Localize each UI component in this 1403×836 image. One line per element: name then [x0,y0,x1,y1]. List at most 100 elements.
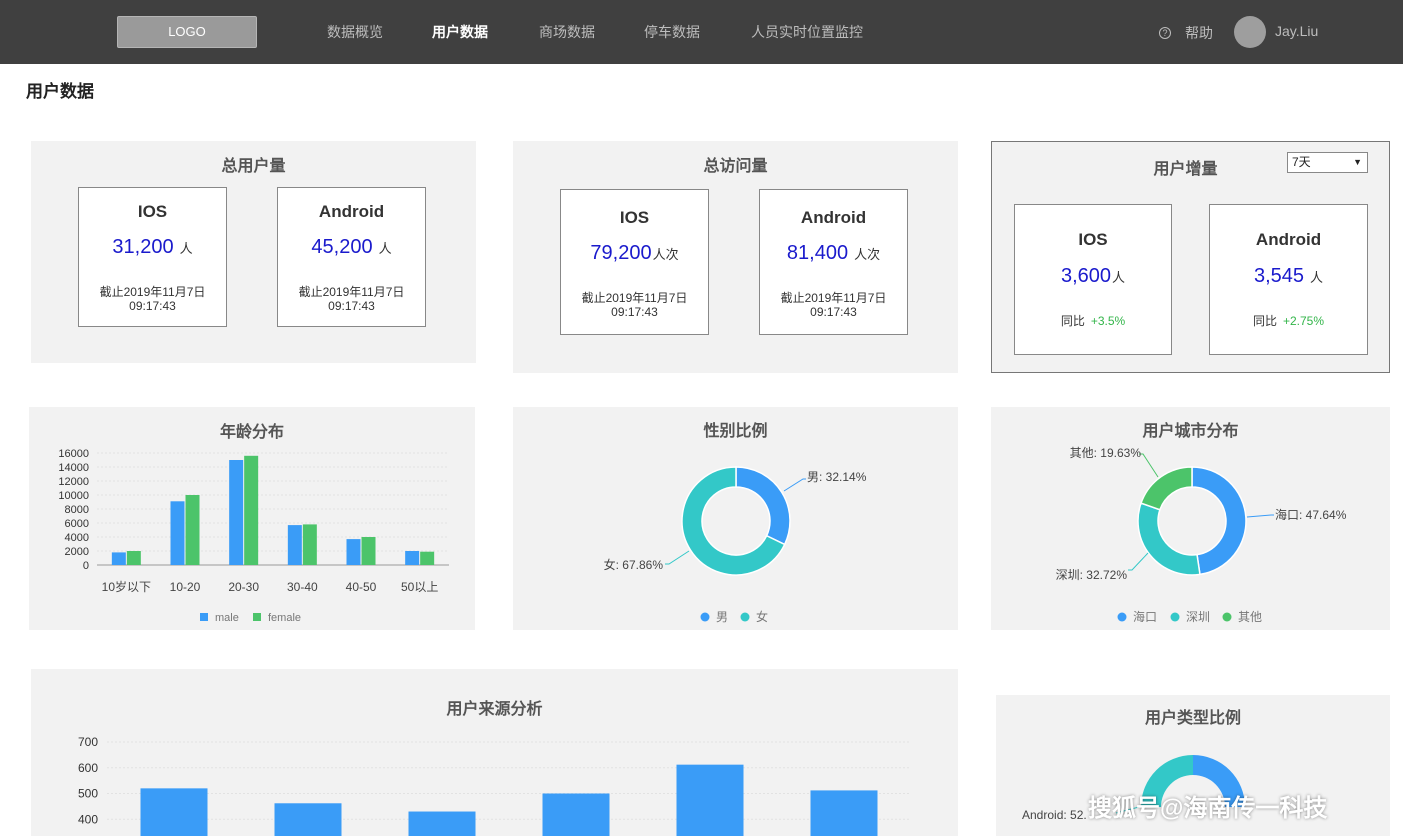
card-note: 截止2019年11月7日 09:17:43 [79,285,226,313]
card-note: 同比 +3.5% [1015,314,1171,328]
slice-label: 男: 32.14% [807,470,867,484]
card-value: 3,600人 [1015,265,1171,288]
page-title: 用户数据 [26,82,94,101]
y-tick-label: 2000 [65,546,89,558]
label-line [1246,514,1274,518]
slice-label: 其他: 19.63% [1070,446,1142,460]
bar-male [405,551,420,565]
y-tick-label: 0 [83,560,89,572]
period-select[interactable]: 7天 ▼ [1287,152,1368,173]
legend-dot [1170,612,1180,622]
source-bar [810,790,878,836]
legend-label: 其他 [1238,610,1262,624]
value-unit: 人次 [652,247,679,262]
note-label: 同比 [1252,314,1277,328]
nav-item-overview[interactable]: 数据概览 [327,22,383,42]
slice-label: 深圳: 32.72% [1056,568,1128,582]
value-unit: 人 [1310,270,1324,285]
legend-swatch [200,613,208,621]
bar-male [111,552,126,565]
card-title: Android [318,202,385,221]
watermark: 搜狐号@海南传一科技 [1088,795,1328,822]
legend-label: 女 [756,609,768,624]
pie-slice-男 [735,466,791,546]
help-icon[interactable]: ? [1159,27,1171,39]
gender-ratio-chart: 男: 32.14% 女: 67.86% 男 女 [604,466,867,624]
y-tick-label: 600 [78,761,98,775]
bar-female [302,524,317,565]
y-tick-label: 12000 [58,476,89,488]
card-note: 截止2019年11月7日 09:17:43 [278,285,425,313]
nav-item-user-data[interactable]: 用户数据 [432,22,488,42]
legend-dot [1117,612,1127,622]
card-note: 截止2019年11月7日 09:17:43 [561,291,708,319]
value-number: 31,200 [112,236,174,258]
value-number: 3,545 [1253,265,1305,287]
growth-rate: +2.75% [1282,314,1325,328]
slice-label: 海口: 47.64% [1275,507,1347,522]
bar-female [126,551,141,565]
note-time: 09:17:43 [328,299,375,313]
x-tick-label: 50以上 [401,580,438,594]
user-source-chart: 400 500 600 700 [78,735,911,836]
legend-label: 海口 [1133,609,1157,624]
label-line [665,550,690,565]
y-tick-label: 14000 [58,462,89,474]
ios-growth-card: IOS 3,600人 同比 +3.5% [1014,204,1172,355]
note-date: 截止2019年11月7日 [581,291,688,305]
pie-slice-海口 [1191,466,1247,576]
slice-label: 女: 67.86% [604,557,664,572]
card-value: 81,400 人次 [760,242,907,265]
bar-female [361,537,376,565]
value-number: 3,600 [1060,265,1112,287]
legend-label: male [215,612,239,624]
legend-dot [740,612,750,622]
bar-female [244,455,259,565]
source-bar [140,788,208,836]
legend-swatch [253,613,261,621]
total-users-panel: 总用户量 IOS 31,200 人 截止2019年11月7日 09:17:43 An… [31,141,476,363]
card-title: Android [800,208,867,227]
value-unit: 人 [179,241,193,256]
note-date: 截止2019年11月7日 [99,285,206,299]
total-visits-panel: 总访问量 IOS 79,200人次 截止2019年11月7日 09:17:43 A… [513,141,958,373]
x-tick-label: 40-50 [346,580,377,594]
x-tick-label: 30-40 [287,580,318,594]
legend-dot [700,612,710,622]
note-label: 同比 [1060,314,1085,328]
x-tick-label: 10-20 [170,580,201,594]
nav-item-location-monitor[interactable]: 人员实时位置监控 [751,22,863,42]
card-note: 同比 +2.75% [1210,314,1367,328]
y-tick-label: 6000 [65,518,89,530]
legend-dot [1222,612,1232,622]
value-number: 45,200 [311,236,373,258]
nav-item-mall-data[interactable]: 商场数据 [539,22,595,42]
growth-rate: +3.5% [1090,314,1126,328]
card-value: 45,200 人 [278,236,425,259]
avatar[interactable] [1234,16,1266,48]
note-time: 09:17:43 [129,299,176,313]
username[interactable]: Jay.Liu [1275,23,1318,39]
card-value: 79,200人次 [561,242,708,265]
panel-title: 总用户量 [221,158,286,175]
bar-male [229,460,244,565]
panel-title: 总访问量 [703,158,768,175]
nav-item-parking-data[interactable]: 停车数据 [644,22,700,42]
caret-down-icon: ▼ [1353,157,1362,167]
source-bar [408,811,476,836]
value-unit: 人 [1112,270,1126,285]
label-line [1128,552,1149,571]
age-distribution-panel: 年龄分布 0 2000 4000 6000 8000 10000 12000 14000 160… [29,407,475,630]
city-distribution-chart: 海口: 47.64% 深圳: 32.72% 其他: 19.63% 海口 深圳 其他 [1056,446,1347,624]
legend-label: female [268,612,301,624]
ios-users-card: IOS 31,200 人 截止2019年11月7日 09:17:43 [78,187,227,327]
help-link[interactable]: 帮助 [1185,23,1213,43]
source-bar [274,803,342,836]
bar-male [170,501,185,565]
label-line [1139,453,1159,478]
logo: LOGO [117,16,257,48]
age-distribution-chart: 0 2000 4000 6000 8000 10000 12000 14000 16000 10岁… [58,448,449,624]
source-bar [676,764,744,836]
user-growth-panel: 用户增量 7天 ▼ IOS 3,600人 同比 +3.5% Android 3,54… [991,141,1390,373]
note-date: 截止2019年11月7日 [298,285,405,299]
